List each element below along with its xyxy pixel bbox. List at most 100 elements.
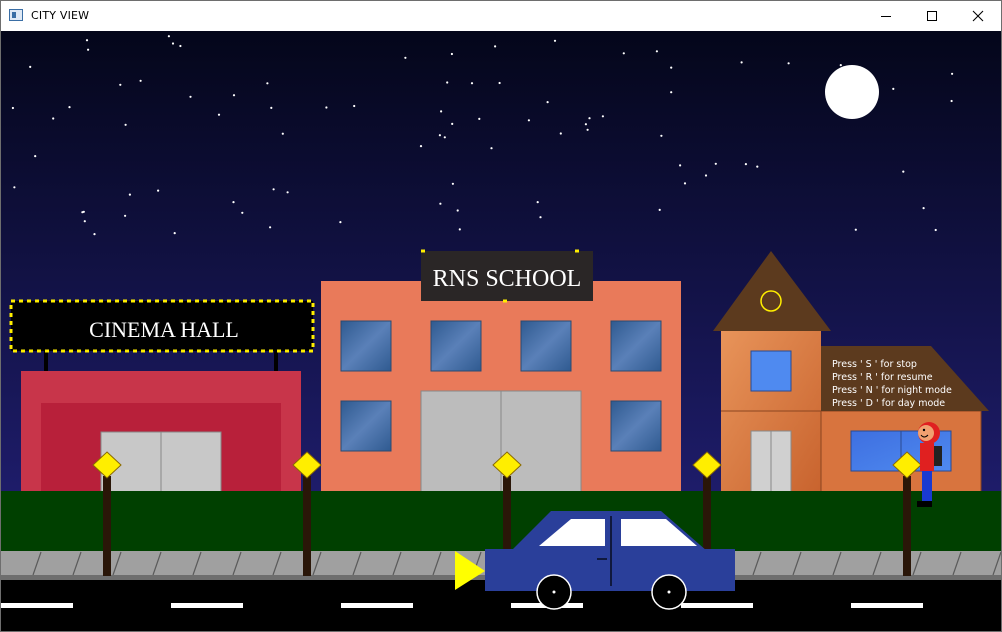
star (325, 106, 328, 109)
star (167, 35, 170, 38)
star (740, 61, 743, 64)
person-backpack (934, 446, 942, 466)
star (655, 50, 659, 53)
star (139, 79, 142, 82)
minimize-button[interactable] (863, 1, 909, 31)
star (458, 228, 461, 231)
star (438, 134, 441, 137)
star (588, 117, 591, 120)
star (553, 39, 557, 42)
school-door-left (420, 390, 502, 494)
star (498, 81, 501, 85)
star (951, 72, 954, 75)
star (539, 216, 542, 219)
star (584, 123, 588, 126)
star (286, 191, 289, 194)
star (81, 211, 84, 214)
star (68, 106, 71, 109)
star (546, 101, 549, 104)
star (52, 117, 55, 120)
star (490, 147, 493, 150)
star (241, 211, 244, 214)
star (839, 64, 842, 67)
star (527, 119, 531, 122)
star (586, 128, 589, 131)
moon (825, 65, 879, 119)
person-body (920, 443, 934, 471)
school-window (610, 400, 662, 452)
star (443, 136, 446, 139)
app-window: CITY VIEW CINEMA HALL RNS SCHOOL Press '… (0, 0, 1002, 632)
star (270, 106, 273, 109)
star (787, 62, 790, 65)
star (934, 228, 937, 232)
star (29, 65, 32, 68)
star (269, 226, 272, 229)
star (456, 209, 459, 212)
star (419, 145, 423, 148)
cinema-sign-post-right (274, 351, 278, 371)
star (559, 132, 562, 135)
star (83, 220, 86, 223)
star (470, 82, 474, 85)
title-bar[interactable]: CITY VIEW (1, 1, 1001, 31)
star (658, 208, 661, 211)
star (272, 188, 275, 191)
instruction-day-mode: Press ' D ' for day mode (832, 398, 945, 409)
star (922, 207, 925, 210)
cinema-sign-text: CINEMA HALL (89, 317, 239, 342)
instruction-night-mode: Press ' N ' for night mode (832, 385, 952, 396)
star (450, 52, 453, 56)
star (404, 56, 407, 59)
star (93, 233, 96, 236)
star (119, 83, 122, 86)
app-window-icon (9, 9, 23, 21)
star (13, 186, 16, 189)
star (339, 221, 342, 224)
city-scene-canvas[interactable]: CINEMA HALL RNS SCHOOL Press ' S ' for s… (1, 31, 1001, 631)
star (854, 228, 857, 231)
person-face (918, 425, 934, 441)
star (171, 42, 175, 45)
star (34, 155, 37, 158)
star (87, 48, 90, 51)
school-window (610, 320, 662, 372)
star (670, 91, 673, 94)
star (683, 182, 687, 185)
star (446, 81, 449, 84)
rns-school: RNS SCHOOL (321, 249, 681, 494)
instruction-stop: Press ' S ' for stop (832, 359, 917, 370)
star (189, 95, 192, 98)
close-button[interactable] (955, 1, 1001, 31)
star (670, 66, 673, 69)
close-icon (972, 10, 984, 22)
star (756, 165, 759, 168)
star (704, 174, 708, 177)
star (232, 94, 236, 97)
star (179, 44, 182, 48)
star (494, 45, 497, 48)
star (660, 134, 663, 137)
star (266, 82, 269, 85)
star (124, 214, 127, 217)
cinema-hall: CINEMA HALL (9, 299, 315, 494)
house-upper-window (750, 350, 792, 392)
star (439, 202, 442, 205)
maximize-button[interactable] (909, 1, 955, 31)
star (232, 201, 235, 204)
star (679, 164, 682, 167)
car-body (485, 549, 735, 591)
school-window (340, 400, 392, 452)
star (124, 123, 127, 126)
person-legs (922, 471, 932, 501)
star (128, 193, 131, 196)
school-window (520, 320, 572, 372)
window-title: CITY VIEW (31, 9, 90, 22)
star (451, 122, 454, 125)
cinema-sign-post-left (44, 351, 48, 371)
star (353, 104, 356, 108)
cinema-door-right (160, 431, 222, 494)
star (157, 189, 160, 192)
star (536, 201, 539, 204)
star (217, 113, 221, 116)
